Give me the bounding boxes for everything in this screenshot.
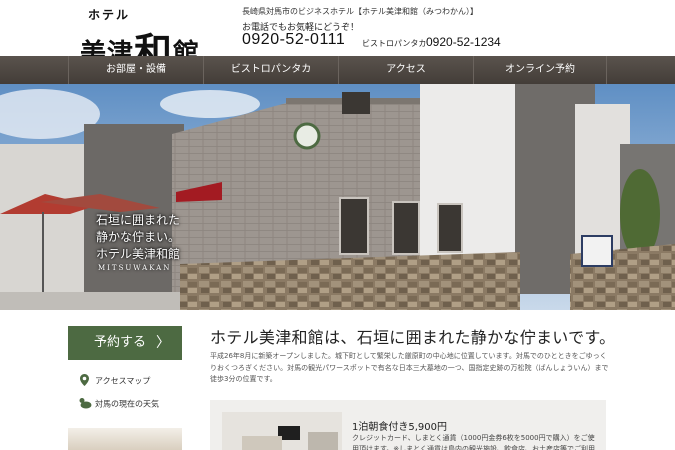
hero-caption-english: MITSUWAKAN (98, 264, 172, 272)
bistro-phone[interactable]: 0920-52-1234 (426, 35, 501, 49)
weather-cloud-icon (78, 397, 92, 412)
map-pin-icon (78, 374, 90, 389)
nav-item-online-booking[interactable]: オンライン予約 (473, 56, 607, 84)
reserve-button[interactable]: 予約する 〉 (68, 326, 182, 360)
plan-card: 1泊朝食付き5,900円 クレジットカード、しまとく通貨（1000円金券6枚を5… (210, 400, 606, 450)
hero-image: 石垣に囲まれた 静かな佇まい。 ホテル美津和館 MITSUWAKAN (0, 84, 675, 310)
plan-title: 1泊朝食付き5,900円 (352, 422, 447, 433)
site-header: ホテル 美津和館 長崎県対馬市のビジネスホテル【ホテル美津和館（みつわかん）】 … (0, 0, 675, 74)
weather-label: 対馬の現在の天気 (95, 399, 159, 409)
plan-room-photo (222, 412, 342, 450)
sidebar-room-photo[interactable] (68, 428, 182, 450)
weather-link[interactable]: 対馬の現在の天気 (78, 397, 159, 412)
site-description: 長崎県対馬市のビジネスホテル【ホテル美津和館（みつわかん）】 (242, 7, 478, 16)
access-map-link[interactable]: アクセスマップ (78, 374, 150, 389)
site-logo[interactable]: ホテル 美津和館 (80, 4, 220, 74)
nav-item-rooms[interactable]: お部屋・設備 (68, 56, 203, 84)
chevron-right-icon: 〉 (156, 335, 170, 351)
intro-text: 平成26年8月に新築オープンしました。城下町として繁栄した厳原町の中心地に位置し… (210, 352, 609, 383)
hero-caption: 石垣に囲まれた 静かな佇まい。 ホテル美津和館 (96, 212, 180, 263)
nav-item-bistro[interactable]: ビストロパンタカ (203, 56, 338, 84)
hero-caption-line-1: 石垣に囲まれた (96, 213, 181, 227)
page-title: ホテル美津和館は、石垣に囲まれた静かな佇まいです。 (210, 328, 616, 347)
hotel-phone[interactable]: 0920-52-0111 (242, 31, 345, 49)
hotel-building-photo (0, 84, 675, 310)
hero-caption-line-3: ホテル美津和館 (96, 247, 181, 261)
access-map-label: アクセスマップ (95, 376, 151, 386)
main-nav: お部屋・設備 ビストロパンタカ アクセス オンライン予約 (0, 56, 675, 84)
nav-item-access[interactable]: アクセス (338, 56, 473, 84)
hero-caption-line-2: 静かな佇まい。 (96, 230, 181, 244)
plan-description: クレジットカード、しまとく通貨（1000円金券6枚を5000円で購入）をご使用頂… (352, 434, 595, 450)
bistro-label: ビストロパンタカ (362, 39, 427, 48)
reserve-button-label: 予約する (94, 335, 147, 350)
